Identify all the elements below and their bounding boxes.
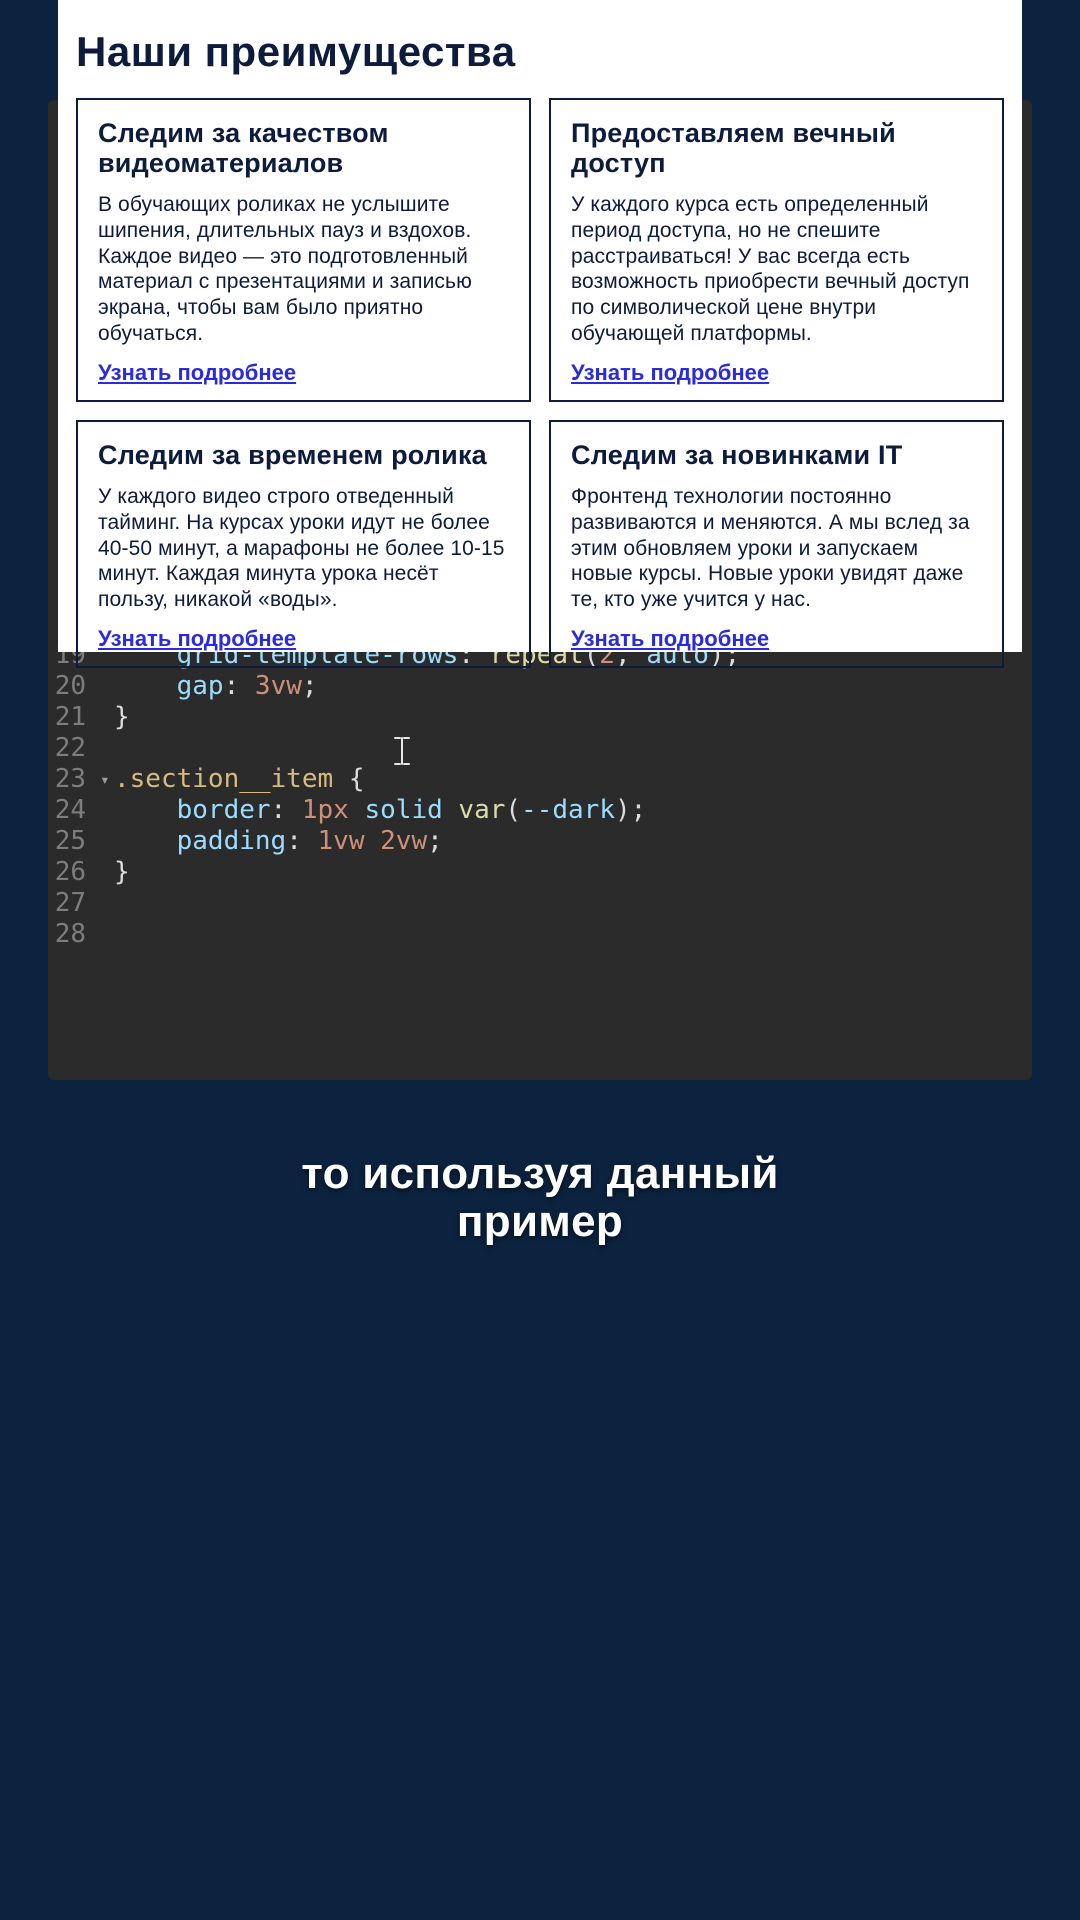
- line-number: 24: [48, 795, 100, 826]
- code-content[interactable]: border: 1px solid var(--dark);: [114, 795, 646, 826]
- advantage-card: Следим за качеством видеоматериалов В об…: [76, 98, 531, 402]
- card-title: Следим за временем ролика: [98, 440, 509, 470]
- code-line[interactable]: 25 padding: 1vw 2vw;: [48, 826, 1032, 857]
- code-line[interactable]: 22: [48, 733, 1032, 764]
- fold-toggle-icon: [100, 919, 114, 950]
- card-body: У каждого курса есть определенный период…: [571, 192, 982, 346]
- code-content[interactable]: padding: 1vw 2vw;: [114, 826, 443, 857]
- fold-toggle-icon: [100, 733, 114, 764]
- subtitle-caption: то используя данный пример: [0, 1150, 1080, 1247]
- line-number: 20: [48, 671, 100, 702]
- card-body: Фронтенд технологии постоянно развиваютс…: [571, 484, 982, 612]
- line-number: 25: [48, 826, 100, 857]
- advantage-card: Следим за временем ролика У каждого виде…: [76, 420, 531, 668]
- video-frame: 19 grid-template-rows: repeat(2, auto);2…: [0, 0, 1080, 1920]
- line-number: 21: [48, 702, 100, 733]
- line-number: 22: [48, 733, 100, 764]
- subtitle-line: пример: [0, 1198, 1080, 1246]
- code-content[interactable]: .section__item {: [114, 764, 364, 795]
- code-body[interactable]: 19 grid-template-rows: repeat(2, auto);2…: [48, 640, 1032, 950]
- line-number: 27: [48, 888, 100, 919]
- code-line[interactable]: 28: [48, 919, 1032, 950]
- advantages-title: Наши преимущества: [76, 28, 1004, 76]
- code-content[interactable]: }: [114, 702, 130, 733]
- fold-toggle-icon: [100, 795, 114, 826]
- card-link[interactable]: Узнать подробнее: [571, 626, 769, 652]
- advantages-grid: Следим за качеством видеоматериалов В об…: [76, 98, 1004, 668]
- fold-toggle-icon: [100, 888, 114, 919]
- fold-toggle-icon: [100, 702, 114, 733]
- code-line[interactable]: 23▾.section__item {: [48, 764, 1032, 795]
- code-line[interactable]: 20 gap: 3vw;: [48, 671, 1032, 702]
- card-link[interactable]: Узнать подробнее: [98, 360, 296, 386]
- fold-toggle-icon: [100, 826, 114, 857]
- fold-toggle-icon[interactable]: ▾: [100, 764, 114, 795]
- line-number: 28: [48, 919, 100, 950]
- code-line[interactable]: 21}: [48, 702, 1032, 733]
- card-body: В обучающих роликах не услышите шипения,…: [98, 192, 509, 346]
- code-line[interactable]: 27: [48, 888, 1032, 919]
- code-line[interactable]: 24 border: 1px solid var(--dark);: [48, 795, 1032, 826]
- advantage-card: Следим за новинками IT Фронтенд технолог…: [549, 420, 1004, 668]
- card-link[interactable]: Узнать подробнее: [571, 360, 769, 386]
- code-content[interactable]: gap: 3vw;: [114, 671, 318, 702]
- card-title: Следим за качеством видеоматериалов: [98, 118, 509, 178]
- advantage-card: Предоставляем вечный доступ У каждого ку…: [549, 98, 1004, 402]
- card-title: Предоставляем вечный доступ: [571, 118, 982, 178]
- card-title: Следим за новинками IT: [571, 440, 982, 470]
- advantages-panel: Наши преимущества Следим за качеством ви…: [58, 0, 1022, 652]
- line-number: 26: [48, 857, 100, 888]
- code-line[interactable]: 26}: [48, 857, 1032, 888]
- fold-toggle-icon: [100, 857, 114, 888]
- line-number: 23: [48, 764, 100, 795]
- card-body: У каждого видео строго отведенный таймин…: [98, 484, 509, 612]
- card-link[interactable]: Узнать подробнее: [98, 626, 296, 652]
- fold-toggle-icon: [100, 671, 114, 702]
- code-content[interactable]: }: [114, 857, 130, 888]
- subtitle-line: то используя данный: [0, 1150, 1080, 1198]
